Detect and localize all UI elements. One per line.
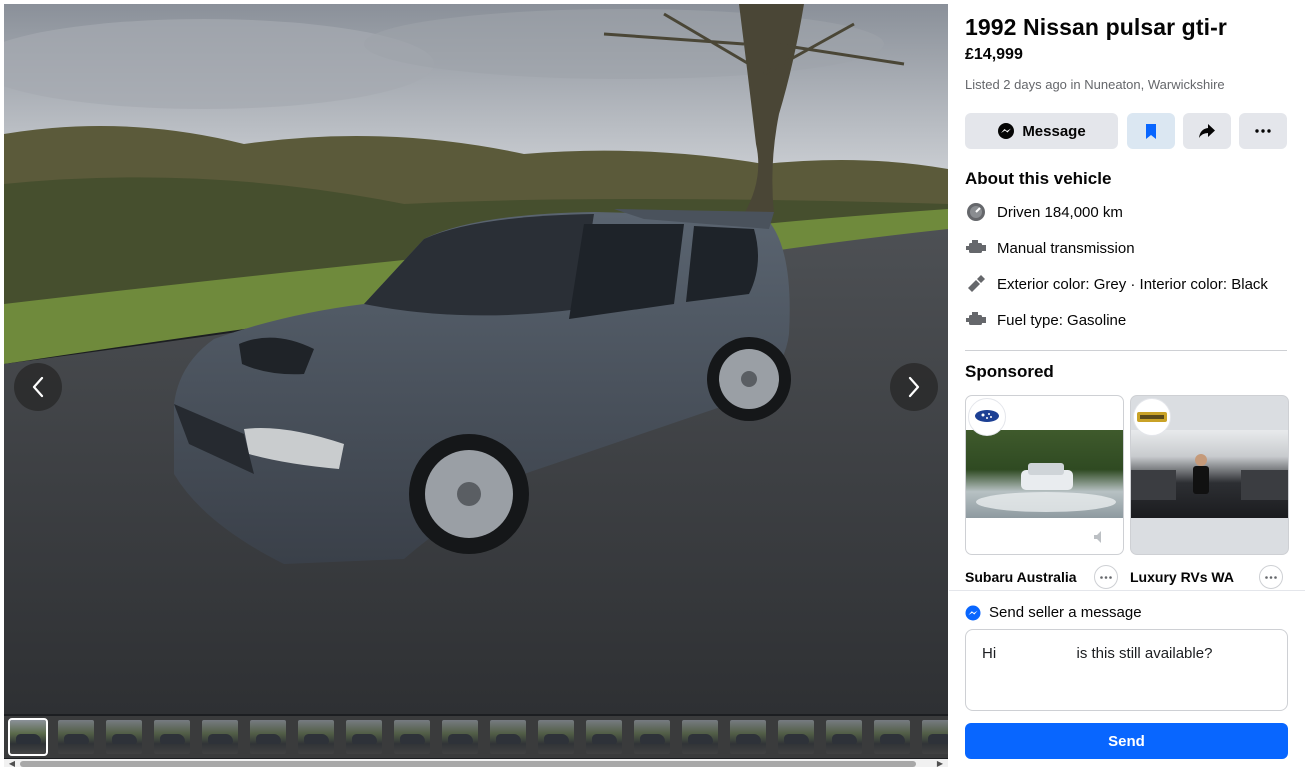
scroll-right-arrow-icon[interactable]: ▶ xyxy=(934,759,946,767)
sponsored-heading: Sponsored xyxy=(965,362,1054,381)
sponsored-ad-luxury-rvs[interactable] xyxy=(1130,395,1289,555)
ad-advertiser-name[interactable]: Subaru Australia xyxy=(965,569,1077,585)
photo-thumbnail[interactable] xyxy=(778,720,814,754)
chevron-right-icon xyxy=(908,376,920,398)
photo-thumbnail[interactable] xyxy=(826,720,862,754)
photo-thumbnail[interactable] xyxy=(58,720,94,754)
spec-mileage: Driven 184,000 km xyxy=(965,200,1123,224)
messenger-icon xyxy=(965,605,981,620)
save-button[interactable] xyxy=(1127,113,1175,149)
engine-icon xyxy=(965,309,987,331)
thumbnail-strip xyxy=(4,716,948,758)
photo-thumbnail[interactable] xyxy=(202,720,238,754)
photo-thumbnail[interactable] xyxy=(106,720,142,754)
photo-thumbnail[interactable] xyxy=(874,720,910,754)
spec-color: Exterior color: Grey · Interior color: B… xyxy=(965,272,1268,296)
sponsored-ad-subaru[interactable] xyxy=(965,395,1124,555)
more-icon xyxy=(1265,575,1277,579)
ad-video-thumbnail xyxy=(1131,430,1288,518)
send-message-box: Send seller a message Hi is this still a… xyxy=(949,590,1305,771)
paint-icon xyxy=(965,273,987,295)
more-options-button[interactable] xyxy=(1239,113,1287,149)
listing-details-panel: 1992 Nissan pulsar gti-r £14,999 Listed … xyxy=(949,0,1305,771)
scrollbar-thumb[interactable] xyxy=(20,761,916,767)
next-photo-button[interactable] xyxy=(890,363,938,411)
listing-location: Listed 2 days ago in Nuneaton, Warwicksh… xyxy=(965,77,1225,92)
section-divider xyxy=(965,350,1287,351)
spec-color-text: Exterior color: Grey · Interior color: B… xyxy=(997,275,1268,293)
spec-mileage-text: Driven 184,000 km xyxy=(997,203,1123,221)
messenger-icon xyxy=(998,123,1015,139)
subaru-logo xyxy=(968,398,1006,436)
mute-icon[interactable] xyxy=(1092,529,1108,545)
photo-thumbnail[interactable] xyxy=(922,720,948,754)
photo-thumbnail[interactable] xyxy=(586,720,622,754)
photo-thumbnail[interactable] xyxy=(250,720,286,754)
ad-options-button[interactable] xyxy=(1259,565,1283,589)
thumbnail-scrollbar[interactable]: ◀ ▶ xyxy=(4,759,948,767)
ad-video-thumbnail xyxy=(966,430,1123,518)
share-button[interactable] xyxy=(1183,113,1231,149)
spec-transmission-text: Manual transmission xyxy=(997,239,1135,257)
ad-options-button[interactable] xyxy=(1094,565,1118,589)
speedometer-icon xyxy=(965,201,987,223)
photo-thumbnail[interactable] xyxy=(730,720,766,754)
message-button[interactable]: Message xyxy=(965,113,1118,149)
previous-photo-button[interactable] xyxy=(14,363,62,411)
share-icon xyxy=(1199,124,1215,138)
car-photo-illustration xyxy=(4,4,948,714)
scroll-left-arrow-icon[interactable]: ◀ xyxy=(6,759,18,767)
photo-thumbnail[interactable] xyxy=(490,720,526,754)
photo-thumbnail[interactable] xyxy=(8,718,48,756)
send-seller-heading: Send seller a message xyxy=(965,604,1142,621)
photo-gallery: ◀ ▶ xyxy=(4,4,948,767)
ad-advertiser-name[interactable]: Luxury RVs WA xyxy=(1130,569,1234,585)
more-icon xyxy=(1100,575,1112,579)
send-seller-heading-text: Send seller a message xyxy=(989,604,1142,621)
message-textarea[interactable]: Hi is this still available? xyxy=(965,629,1288,711)
redacted-name xyxy=(1000,648,1073,661)
listing-price: £14,999 xyxy=(965,46,1023,63)
photo-thumbnail[interactable] xyxy=(154,720,190,754)
photo-thumbnail[interactable] xyxy=(634,720,670,754)
listing-title: 1992 Nissan pulsar gti-r xyxy=(965,14,1227,40)
about-vehicle-heading: About this vehicle xyxy=(965,169,1112,188)
photo-thumbnail[interactable] xyxy=(394,720,430,754)
photo-thumbnail[interactable] xyxy=(682,720,718,754)
send-button[interactable]: Send xyxy=(965,723,1288,759)
spec-fuel-text: Fuel type: Gasoline xyxy=(997,311,1127,329)
photo-thumbnail[interactable] xyxy=(346,720,382,754)
more-icon xyxy=(1255,129,1271,133)
spec-transmission: Manual transmission xyxy=(965,236,1135,260)
message-button-label: Message xyxy=(1022,122,1086,140)
bookmark-icon xyxy=(1146,123,1156,139)
photo-thumbnail[interactable] xyxy=(538,720,574,754)
chevron-left-icon xyxy=(32,376,44,398)
luxury-rvs-logo xyxy=(1133,398,1171,436)
action-bar: Message xyxy=(965,113,1289,149)
listing-photo[interactable] xyxy=(4,4,948,714)
message-text: is this still available? xyxy=(1076,645,1213,662)
message-greeting: Hi xyxy=(982,645,997,662)
photo-thumbnail[interactable] xyxy=(442,720,478,754)
engine-icon xyxy=(965,237,987,259)
photo-thumbnail[interactable] xyxy=(298,720,334,754)
spec-fuel: Fuel type: Gasoline xyxy=(965,308,1126,332)
